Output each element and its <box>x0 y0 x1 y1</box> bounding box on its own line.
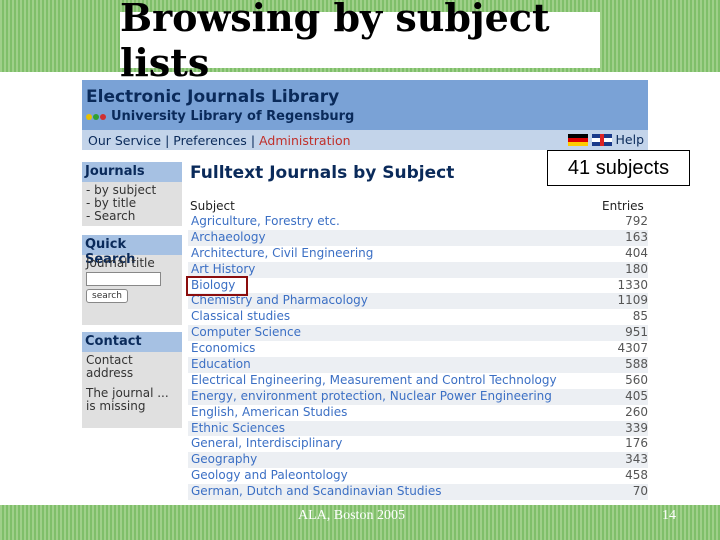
subject-link[interactable]: German, Dutch and Scandinavian Studies <box>191 484 441 500</box>
nav-our-service[interactable]: Our Service <box>88 133 161 148</box>
uk-flag-icon[interactable] <box>591 133 612 146</box>
table-row[interactable]: Energy, environment protection, Nuclear … <box>188 388 648 405</box>
table-row[interactable]: Electrical Engineering, Measurement and … <box>188 373 648 389</box>
entry-count: 560 <box>625 372 648 387</box>
table-row[interactable]: English, American Studies 260 <box>188 405 648 421</box>
subject-link[interactable]: English, American Studies <box>191 405 347 421</box>
entry-count: 260 <box>625 404 648 419</box>
subject-link[interactable]: Archaeology <box>191 230 266 246</box>
table-row[interactable]: Computer Science 951 <box>188 325 648 342</box>
subject-list: Agriculture, Forestry etc. 792 Archaeolog… <box>188 214 648 501</box>
entry-count: 339 <box>625 420 648 435</box>
subject-link[interactable]: Computer Science <box>191 325 301 341</box>
search-button[interactable]: search <box>86 289 128 303</box>
sidebar-contact-heading: Contact <box>82 332 182 352</box>
table-row[interactable]: Classical studies 85 <box>188 309 648 325</box>
main-title: Fulltext Journals by Subject <box>190 163 455 183</box>
entry-count: 1109 <box>617 293 648 308</box>
subject-link[interactable]: Electrical Engineering, Measurement and … <box>191 373 557 389</box>
slide-title: Browsing by subject lists <box>120 0 600 85</box>
subject-link[interactable]: General, Interdisciplinary <box>191 436 342 452</box>
subject-link[interactable]: Agriculture, Forestry etc. <box>191 214 340 230</box>
subject-link[interactable]: Education <box>191 357 251 373</box>
entry-count: 343 <box>625 452 648 467</box>
entry-count: 405 <box>625 388 648 403</box>
entry-count: 180 <box>625 261 648 276</box>
table-row[interactable]: Geography 343 <box>188 452 648 469</box>
column-header-entries: Entries <box>602 199 644 213</box>
nav-right: Help <box>567 132 645 147</box>
journal-title-input[interactable] <box>86 272 161 286</box>
table-row[interactable]: Economics 4307 <box>188 341 648 357</box>
nav-help[interactable]: Help <box>616 132 645 147</box>
sidebar-quick-search: Quick Search Journal title search <box>82 235 182 325</box>
german-flag-icon[interactable] <box>567 133 588 146</box>
subject-link[interactable]: Geography <box>191 452 257 468</box>
nav-administration[interactable]: Administration <box>259 133 350 148</box>
table-row[interactable]: Education 588 <box>188 357 648 373</box>
entry-count: 588 <box>625 357 648 372</box>
nav-preferences[interactable]: Preferences <box>173 133 247 148</box>
subject-link[interactable]: Architecture, Civil Engineering <box>191 246 373 262</box>
subjects-callout: 41 subjects <box>547 150 690 186</box>
table-row[interactable]: Art History 180 <box>188 261 648 278</box>
journal-title-label: Journal title <box>86 256 155 270</box>
university-label: University Library of Regensburg <box>111 109 355 124</box>
sidebar-contact: Contact Contact address The journal ... … <box>82 332 182 428</box>
footer-conference: ALA, Boston 2005 <box>298 508 405 523</box>
entry-count: 1330 <box>617 277 648 292</box>
subject-link[interactable]: Energy, environment protection, Nuclear … <box>191 389 552 405</box>
table-row[interactable]: Agriculture, Forestry etc. 792 <box>188 214 648 230</box>
web-screenshot: Electronic Journals Library University L… <box>82 80 648 501</box>
table-row[interactable]: General, Interdisciplinary 176 <box>188 436 648 452</box>
nav-separator: | <box>250 132 256 148</box>
sidebar-journals-heading: Journals <box>82 162 182 182</box>
table-row[interactable]: Geology and Paleontology 458 <box>188 468 648 484</box>
entry-count: 176 <box>625 436 648 451</box>
entry-count: 85 <box>632 309 648 324</box>
entry-count: 163 <box>625 229 648 244</box>
entry-count: 792 <box>625 214 648 228</box>
sidebar-journals: Journals - by subject - by title - Searc… <box>82 162 182 226</box>
traffic-light-icon <box>86 113 106 120</box>
site-header: Electronic Journals Library University L… <box>82 80 648 130</box>
table-row[interactable]: Architecture, Civil Engineering 404 <box>188 246 648 262</box>
table-row[interactable]: Archaeology 163 <box>188 229 648 246</box>
subject-link[interactable]: Geology and Paleontology <box>191 468 348 484</box>
nav-bar: Our Service | Preferences | Administrati… <box>82 130 648 150</box>
table-row[interactable]: Chemistry and Pharmacology 1109 <box>188 293 648 310</box>
site-university: University Library of Regensburg <box>86 109 354 124</box>
entry-count: 4307 <box>617 341 648 356</box>
table-row[interactable]: German, Dutch and Scandinavian Studies 70 <box>188 484 648 501</box>
sidebar-quick-search-heading: Quick Search <box>82 235 182 267</box>
nav-separator: | <box>165 132 170 148</box>
contact-line-2[interactable]: address <box>86 367 178 380</box>
entry-count: 458 <box>625 468 648 483</box>
subject-link[interactable]: Classical studies <box>191 309 290 325</box>
subject-link[interactable]: Ethnic Sciences <box>191 421 285 437</box>
subject-link[interactable]: Economics <box>191 341 255 357</box>
entry-count: 951 <box>625 325 648 340</box>
table-row[interactable]: Biology 1330 <box>188 278 648 294</box>
entry-count: 70 <box>632 484 648 499</box>
missing-journal-line-2[interactable]: is missing <box>86 400 178 413</box>
biology-highlight-box <box>186 276 248 296</box>
page-number: 14 <box>662 508 676 523</box>
column-header-subject: Subject <box>190 199 235 213</box>
table-row[interactable]: Ethnic Sciences 339 <box>188 420 648 437</box>
entry-count: 404 <box>625 245 648 260</box>
sidebar-item-search[interactable]: - Search <box>86 210 178 223</box>
site-name: Electronic Journals Library <box>86 87 340 107</box>
